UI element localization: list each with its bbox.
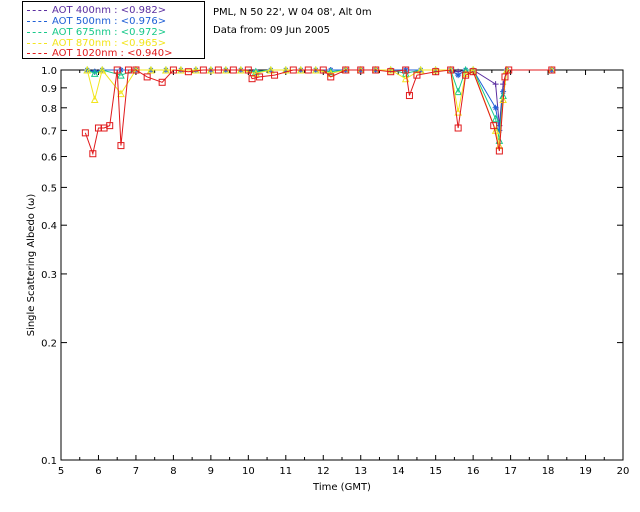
y-tick-label: 0.1: [41, 456, 57, 467]
series-0: [84, 67, 555, 129]
x-tick-label: 9: [208, 466, 214, 477]
x-tick-label: 14: [392, 466, 405, 477]
x-tick-label: 5: [58, 466, 64, 477]
data-point: [492, 81, 499, 88]
x-tick-label: 11: [279, 466, 292, 477]
y-tick-label: 0.4: [41, 221, 57, 232]
x-tick-label: 6: [95, 466, 101, 477]
y-tick-label: 0.2: [41, 339, 57, 350]
x-tick-label: 8: [170, 466, 176, 477]
data-point: [455, 72, 462, 79]
x-tick-label: 12: [317, 466, 330, 477]
series-2: [83, 65, 556, 144]
series-line: [87, 69, 552, 126]
series-line: [87, 69, 552, 131]
x-tick-label: 15: [429, 466, 442, 477]
series-line: [84, 69, 552, 156]
plot-frame: [60, 69, 624, 461]
x-tick-label: 17: [504, 466, 517, 477]
series-4: [81, 66, 556, 158]
x-tick-label: 16: [467, 466, 480, 477]
y-axis-title: Single Scattering Albedo (ω): [26, 194, 37, 337]
y-tick-label: 0.8: [41, 104, 57, 115]
x-tick-label: 7: [133, 466, 139, 477]
y-tick-label: 1.0: [41, 66, 57, 77]
y-tick-label: 0.5: [41, 183, 57, 194]
x-tick-label: 10: [242, 466, 255, 477]
y-tick-label: 0.7: [41, 126, 57, 137]
y-tick-label: 0.9: [41, 84, 57, 95]
y-tick-label: 0.6: [41, 153, 57, 164]
x-tick-label: 13: [354, 466, 367, 477]
x-tick-label: 18: [542, 466, 555, 477]
x-tick-label: 20: [617, 466, 630, 477]
x-axis-title: Time (GMT): [312, 482, 371, 493]
x-tick-label: 19: [579, 466, 592, 477]
chart: 5 6 7 8 9 10 11 12 13 14 15 16 17 18 19 20 1.0 0.9 0.8 0.7 0…: [26, 65, 630, 493]
series-line: [86, 68, 552, 146]
y-tick-label: 0.3: [41, 270, 57, 281]
